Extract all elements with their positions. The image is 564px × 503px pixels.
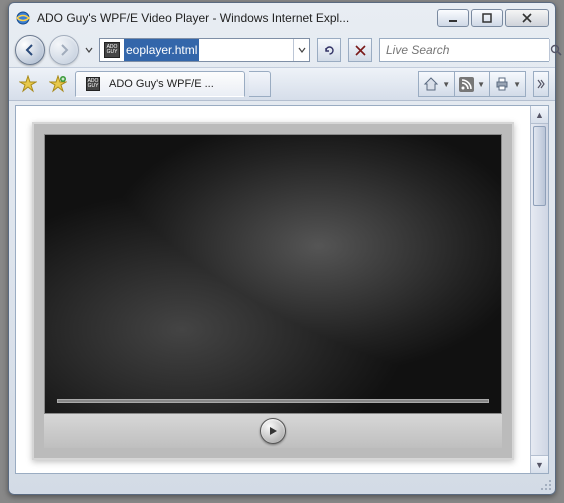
window-controls bbox=[437, 9, 549, 27]
scroll-track[interactable] bbox=[531, 124, 548, 455]
print-button[interactable]: ▼ bbox=[489, 71, 526, 97]
status-bar bbox=[15, 476, 549, 490]
chevron-down-icon bbox=[298, 46, 306, 54]
favorites-center-button[interactable] bbox=[15, 71, 41, 97]
toolbar-overflow-button[interactable] bbox=[533, 71, 549, 97]
search-input[interactable] bbox=[380, 39, 549, 61]
favicon-text: ADO GUY bbox=[87, 79, 99, 89]
back-button[interactable] bbox=[15, 35, 45, 65]
forward-arrow-icon bbox=[57, 43, 71, 57]
star-plus-icon bbox=[49, 75, 67, 93]
vertical-scrollbar[interactable]: ▲ ▼ bbox=[530, 106, 548, 473]
browser-window: ADO Guy's WPF/E Video Player - Windows I… bbox=[8, 2, 556, 495]
close-button[interactable] bbox=[505, 9, 549, 27]
refresh-icon bbox=[323, 44, 336, 57]
forward-button[interactable] bbox=[49, 35, 79, 65]
chevron-down-icon: ▼ bbox=[442, 80, 450, 89]
tab-toolbar: ADO GUY ADO Guy's WPF/E ... ▼ ▼ ▼ bbox=[9, 67, 555, 101]
address-input[interactable]: eoplayer.html bbox=[124, 39, 199, 61]
star-icon bbox=[19, 75, 37, 93]
scroll-up-button[interactable]: ▲ bbox=[531, 106, 548, 124]
rss-icon bbox=[459, 77, 474, 92]
video-player bbox=[32, 122, 514, 460]
refresh-button[interactable] bbox=[317, 38, 341, 62]
search-go-button[interactable] bbox=[549, 39, 563, 61]
recent-pages-dropdown[interactable] bbox=[83, 39, 95, 61]
home-button[interactable]: ▼ bbox=[418, 71, 454, 97]
browser-tab[interactable]: ADO GUY ADO Guy's WPF/E ... bbox=[75, 71, 245, 97]
resize-grip-icon bbox=[539, 478, 553, 492]
add-favorite-button[interactable] bbox=[45, 71, 71, 97]
navigation-bar: ADO GUY eoplayer.html bbox=[9, 33, 555, 67]
address-bar[interactable]: ADO GUY eoplayer.html bbox=[99, 38, 310, 62]
title-bar[interactable]: ADO Guy's WPF/E Video Player - Windows I… bbox=[9, 3, 555, 33]
window-title: ADO Guy's WPF/E Video Player - Windows I… bbox=[37, 11, 437, 25]
chevron-down-icon: ▼ bbox=[513, 80, 521, 89]
video-surface[interactable] bbox=[44, 134, 502, 414]
scroll-thumb[interactable] bbox=[533, 126, 546, 206]
tab-title: ADO Guy's WPF/E ... bbox=[109, 78, 238, 90]
chevron-down-icon: ▼ bbox=[477, 80, 485, 89]
new-tab-button[interactable] bbox=[249, 71, 271, 97]
play-icon bbox=[268, 426, 278, 436]
maximize-button[interactable] bbox=[471, 9, 503, 27]
minimize-icon bbox=[448, 13, 458, 23]
back-arrow-icon bbox=[23, 43, 37, 57]
home-icon bbox=[423, 76, 439, 92]
scroll-down-button[interactable]: ▼ bbox=[531, 455, 548, 473]
favicon-text: ADO GUY bbox=[105, 45, 119, 55]
chevron-down-icon bbox=[85, 46, 93, 54]
page-viewport[interactable] bbox=[16, 106, 530, 473]
maximize-icon bbox=[482, 13, 492, 23]
stop-x-icon bbox=[355, 45, 366, 56]
command-bar: ▼ ▼ ▼ bbox=[418, 71, 526, 97]
ie-app-icon bbox=[15, 10, 31, 26]
search-box[interactable] bbox=[379, 38, 549, 62]
chevron-right-double-icon bbox=[537, 78, 545, 90]
close-icon bbox=[522, 13, 532, 23]
tab-favicon: ADO GUY bbox=[86, 77, 100, 91]
minimize-button[interactable] bbox=[437, 9, 469, 27]
search-icon bbox=[550, 44, 563, 57]
stop-button[interactable] bbox=[348, 38, 372, 62]
content-area: ▲ ▼ bbox=[15, 105, 549, 474]
resize-grip[interactable] bbox=[539, 478, 553, 492]
play-button[interactable] bbox=[260, 418, 286, 444]
print-icon bbox=[494, 76, 510, 92]
progress-bar[interactable] bbox=[57, 399, 489, 403]
address-dropdown[interactable] bbox=[293, 39, 309, 61]
page-favicon: ADO GUY bbox=[104, 42, 120, 58]
player-controls bbox=[44, 414, 502, 448]
feeds-button[interactable]: ▼ bbox=[454, 71, 489, 97]
